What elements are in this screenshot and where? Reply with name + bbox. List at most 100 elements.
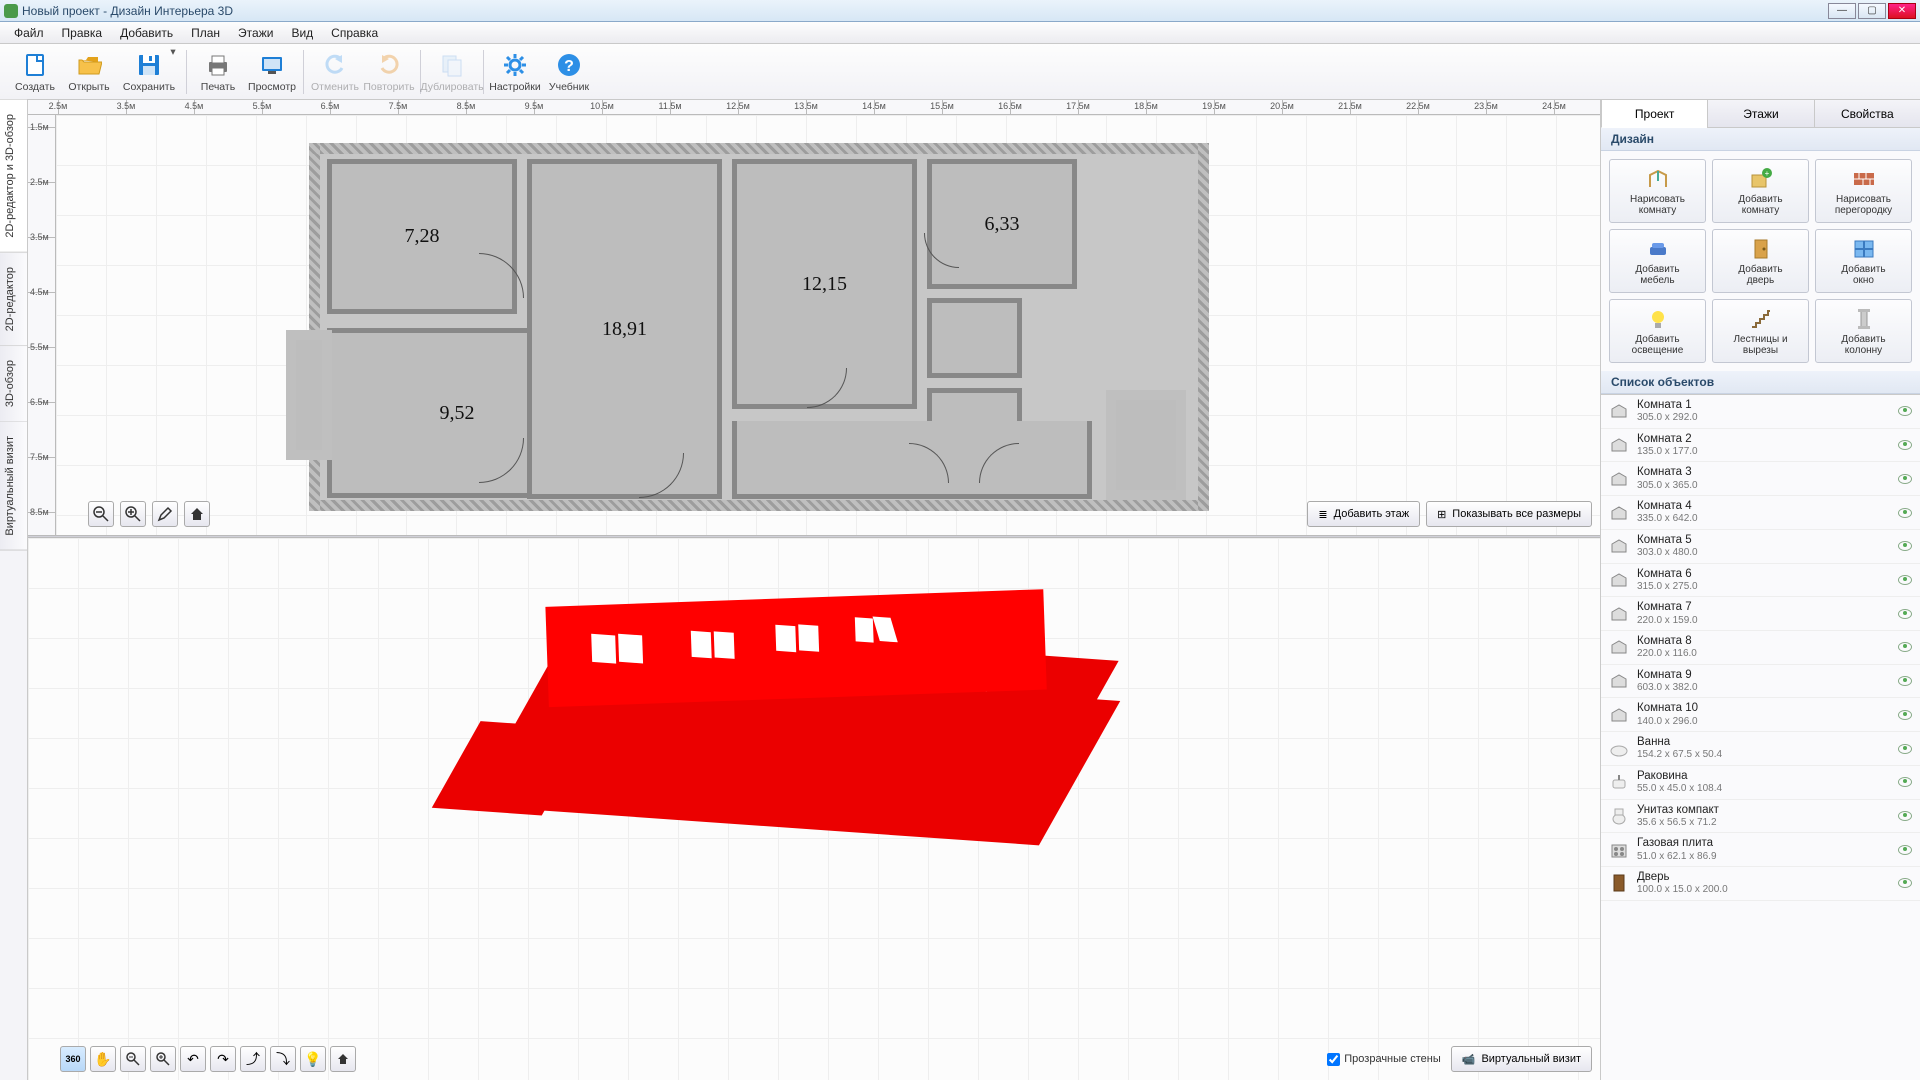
object-row[interactable]: Дверь100.0 x 15.0 x 200.0 bbox=[1601, 867, 1920, 901]
visibility-toggle-icon[interactable] bbox=[1898, 777, 1912, 787]
balcony[interactable] bbox=[1106, 390, 1186, 500]
room-area-label[interactable]: 18,91 bbox=[527, 159, 722, 499]
menu-правка[interactable]: Правка bbox=[54, 24, 111, 42]
settings-button[interactable]: Настройки bbox=[488, 46, 542, 98]
object-list[interactable]: Комната 1305.0 x 292.0Комната 2135.0 x 1… bbox=[1601, 394, 1920, 1080]
show-dimensions-button[interactable]: ⊞Показывать все размеры bbox=[1426, 501, 1592, 527]
rtab-свойства[interactable]: Свойства bbox=[1814, 100, 1920, 127]
object-row[interactable]: Комната 6315.0 x 275.0 bbox=[1601, 564, 1920, 598]
draw-partition-button[interactable]: Нарисоватьперегородку bbox=[1815, 159, 1912, 223]
add-floor-button[interactable]: ≣Добавить этаж bbox=[1307, 501, 1420, 527]
menu-план[interactable]: План bbox=[183, 24, 228, 42]
zoom-out-button[interactable] bbox=[88, 501, 114, 527]
object-row[interactable]: Комната 9603.0 x 382.0 bbox=[1601, 665, 1920, 699]
print-button[interactable]: Печать bbox=[191, 46, 245, 98]
tutorial-button[interactable]: ?Учебник bbox=[542, 46, 596, 98]
object-row[interactable]: Комната 8220.0 x 116.0 bbox=[1601, 631, 1920, 665]
object-row[interactable]: Комната 1305.0 x 292.0 bbox=[1601, 395, 1920, 429]
plan-2d-canvas[interactable]: 7,28 9,52 18,91 12,15 6,33 bbox=[56, 115, 1600, 535]
visibility-toggle-icon[interactable] bbox=[1898, 710, 1912, 720]
object-row[interactable]: Комната 7220.0 x 159.0 bbox=[1601, 597, 1920, 631]
transparent-walls-checkbox[interactable]: Прозрачные стены bbox=[1327, 1053, 1440, 1066]
visibility-toggle-icon[interactable] bbox=[1898, 642, 1912, 652]
add-door-button[interactable]: Добавитьдверь bbox=[1712, 229, 1809, 293]
menu-добавить[interactable]: Добавить bbox=[112, 24, 181, 42]
model-3d bbox=[503, 548, 1082, 859]
menu-этажи[interactable]: Этажи bbox=[230, 24, 281, 42]
virtual-visit-button[interactable]: 📹Виртуальный визит bbox=[1451, 1046, 1592, 1072]
home-button[interactable] bbox=[184, 501, 210, 527]
vtab-2d[interactable]: 2D-редактор bbox=[0, 253, 27, 346]
visibility-toggle-icon[interactable] bbox=[1898, 541, 1912, 551]
visibility-toggle-icon[interactable] bbox=[1898, 845, 1912, 855]
visibility-toggle-icon[interactable] bbox=[1898, 406, 1912, 416]
object-row[interactable]: Ванна154.2 x 67.5 x 50.4 bbox=[1601, 732, 1920, 766]
tilt-up-button[interactable]: ⤴ bbox=[240, 1046, 266, 1072]
visibility-toggle-icon[interactable] bbox=[1898, 440, 1912, 450]
object-dimensions: 220.0 x 159.0 bbox=[1637, 615, 1890, 627]
object-row[interactable]: Комната 4335.0 x 642.0 bbox=[1601, 496, 1920, 530]
edit-button[interactable] bbox=[152, 501, 178, 527]
room-area-label[interactable]: 6,33 bbox=[927, 159, 1077, 289]
room-small[interactable] bbox=[927, 298, 1022, 378]
visibility-toggle-icon[interactable] bbox=[1898, 575, 1912, 585]
view-3d-canvas[interactable]: 360 ✋ ↶ ↷ ⤴ ⤵ 💡 Прозрачные стены 📹Виртуа… bbox=[28, 538, 1600, 1080]
visibility-toggle-icon[interactable] bbox=[1898, 744, 1912, 754]
add-furn-button[interactable]: Добавитьмебель bbox=[1609, 229, 1706, 293]
object-row[interactable]: Комната 2135.0 x 177.0 bbox=[1601, 429, 1920, 463]
vtab-combo[interactable]: 2D-редактор и 3D-обзор bbox=[0, 100, 27, 253]
add-light-button[interactable]: Добавитьосвещение bbox=[1609, 299, 1706, 363]
maximize-button[interactable]: ▢ bbox=[1858, 3, 1886, 19]
object-row[interactable]: Комната 10140.0 x 296.0 bbox=[1601, 698, 1920, 732]
tilt-down-button[interactable]: ⤵ bbox=[270, 1046, 296, 1072]
menu-файл[interactable]: Файл bbox=[6, 24, 52, 42]
zoom-in-3d-button[interactable] bbox=[150, 1046, 176, 1072]
balcony[interactable] bbox=[286, 330, 332, 460]
open-button[interactable]: Открыть bbox=[62, 46, 116, 98]
vtab-3d[interactable]: 3D-обзор bbox=[0, 346, 27, 422]
zoom-out-3d-button[interactable] bbox=[120, 1046, 146, 1072]
add-column-icon bbox=[1851, 306, 1877, 332]
menu-справка[interactable]: Справка bbox=[323, 24, 386, 42]
save-button[interactable]: Сохранить▾ bbox=[116, 46, 182, 98]
rtab-этажи[interactable]: Этажи bbox=[1707, 100, 1813, 127]
object-type-icon bbox=[1609, 503, 1629, 523]
rotate-left-button[interactable]: ↶ bbox=[180, 1046, 206, 1072]
minimize-button[interactable]: — bbox=[1828, 3, 1856, 19]
add-column-button[interactable]: Добавитьколонну bbox=[1815, 299, 1912, 363]
vtab-vr[interactable]: Виртуальный визит bbox=[0, 422, 27, 551]
close-button[interactable]: ✕ bbox=[1888, 3, 1916, 19]
home-3d-button[interactable] bbox=[330, 1046, 356, 1072]
object-row[interactable]: Раковина55.0 x 45.0 x 108.4 bbox=[1601, 766, 1920, 800]
add-room-button[interactable]: +Добавитькомнату bbox=[1712, 159, 1809, 223]
object-row[interactable]: Унитаз компакт35.6 x 56.5 x 71.2 bbox=[1601, 800, 1920, 834]
draw-room-button[interactable]: Нарисоватькомнату bbox=[1609, 159, 1706, 223]
add-light-icon bbox=[1645, 306, 1671, 332]
rtab-проект[interactable]: Проект bbox=[1601, 100, 1707, 128]
light-button[interactable]: 💡 bbox=[300, 1046, 326, 1072]
visibility-toggle-icon[interactable] bbox=[1898, 878, 1912, 888]
object-row[interactable]: Комната 5303.0 x 480.0 bbox=[1601, 530, 1920, 564]
rotate-right-button[interactable]: ↷ bbox=[210, 1046, 236, 1072]
preview-button[interactable]: Просмотр bbox=[245, 46, 299, 98]
object-type-icon bbox=[1609, 570, 1629, 590]
settings-icon bbox=[501, 51, 529, 79]
new-button[interactable]: Создать bbox=[8, 46, 62, 98]
object-dimensions: 305.0 x 292.0 bbox=[1637, 412, 1890, 424]
object-name: Газовая плита bbox=[1637, 837, 1890, 850]
add-window-button[interactable]: Добавитьокно bbox=[1815, 229, 1912, 293]
object-row[interactable]: Газовая плита51.0 x 62.1 x 86.9 bbox=[1601, 833, 1920, 867]
orbit-360-button[interactable]: 360 bbox=[60, 1046, 86, 1072]
object-row[interactable]: Комната 3305.0 x 365.0 bbox=[1601, 462, 1920, 496]
visibility-toggle-icon[interactable] bbox=[1898, 474, 1912, 484]
visibility-toggle-icon[interactable] bbox=[1898, 811, 1912, 821]
visibility-toggle-icon[interactable] bbox=[1898, 508, 1912, 518]
visibility-toggle-icon[interactable] bbox=[1898, 676, 1912, 686]
undo-button: Отменить bbox=[308, 46, 362, 98]
zoom-in-button[interactable] bbox=[120, 501, 146, 527]
object-name: Ванна bbox=[1637, 736, 1890, 749]
pan-button[interactable]: ✋ bbox=[90, 1046, 116, 1072]
stairs-button[interactable]: Лестницы ивырезы bbox=[1712, 299, 1809, 363]
menu-вид[interactable]: Вид bbox=[283, 24, 321, 42]
visibility-toggle-icon[interactable] bbox=[1898, 609, 1912, 619]
